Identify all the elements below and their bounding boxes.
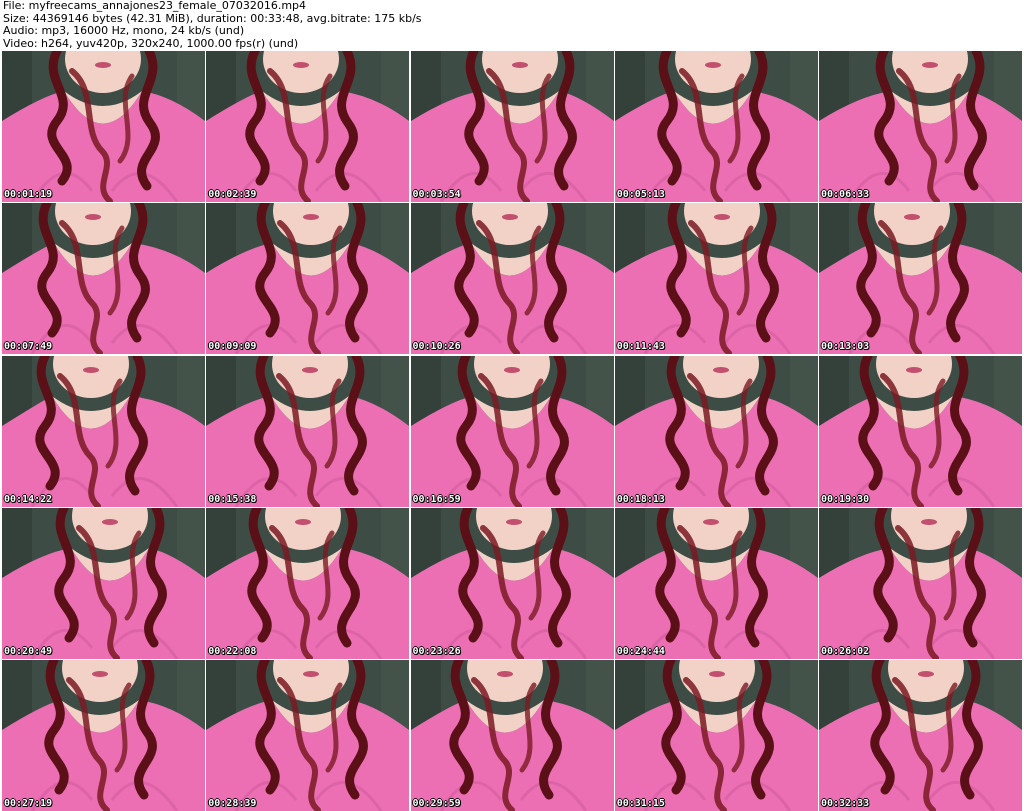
frame-timestamp: 00:06:33 xyxy=(821,189,870,200)
frame-timestamp: 00:20:49 xyxy=(4,645,53,657)
frame-timestamp: 00:26:02 xyxy=(821,645,870,657)
video-frame-thumbnail: 00:02:39 xyxy=(206,51,410,202)
frame-image xyxy=(614,507,818,659)
frame-timestamp: 00:03:54 xyxy=(412,189,461,200)
video-frame-thumbnail: 00:05:13 xyxy=(614,51,818,202)
frame-timestamp: 00:15:38 xyxy=(208,493,257,505)
frame-image xyxy=(2,51,205,202)
video-frame-thumbnail: 00:19:30 xyxy=(819,355,1022,507)
frame-timestamp: 00:22:08 xyxy=(208,645,257,657)
frame-image xyxy=(206,203,410,355)
video-frame-thumbnail: 00:11:43 xyxy=(614,203,818,355)
frame-timestamp: 00:18:13 xyxy=(616,493,665,505)
frame-timestamp: 00:05:13 xyxy=(616,189,665,200)
frame-timestamp: 00:16:59 xyxy=(412,493,461,505)
video-frame-thumbnail: 00:01:19 xyxy=(2,51,205,202)
frame-image xyxy=(410,203,614,355)
video-frame-thumbnail: 00:24:44 xyxy=(614,507,818,659)
frame-timestamp: 00:07:49 xyxy=(4,341,53,353)
video-frame-thumbnail: 00:32:33 xyxy=(819,660,1022,811)
video-frame-thumbnail: 00:10:26 xyxy=(410,203,614,355)
video-frame-thumbnail: 00:27:19 xyxy=(2,660,205,811)
frame-image xyxy=(819,507,1022,659)
file-info-header: File: myfreecams_annajones23_female_0703… xyxy=(3,0,1021,50)
frame-timestamp: 00:10:26 xyxy=(412,341,461,353)
frame-timestamp: 00:28:39 xyxy=(208,798,257,809)
frame-timestamp: 00:13:03 xyxy=(821,341,870,353)
frame-image xyxy=(2,203,205,355)
frame-image xyxy=(206,507,410,659)
video-frame-thumbnail: 00:28:39 xyxy=(206,660,410,811)
video-frame-thumbnail: 00:16:59 xyxy=(410,355,614,507)
frame-timestamp: 00:23:26 xyxy=(412,645,461,657)
frame-timestamp: 00:29:59 xyxy=(412,798,461,809)
video-frame-thumbnail: 00:22:08 xyxy=(206,507,410,659)
video-frame-thumbnail: 00:18:13 xyxy=(614,355,818,507)
frame-image xyxy=(2,507,205,659)
frame-timestamp: 00:24:44 xyxy=(616,645,665,657)
frame-image xyxy=(614,51,818,202)
frame-timestamp: 00:02:39 xyxy=(208,189,257,200)
contact-sheet: File: myfreecams_annajones23_female_0703… xyxy=(0,0,1024,811)
video-frame-thumbnail: 00:23:26 xyxy=(410,507,614,659)
video-frame-thumbnail: 00:29:59 xyxy=(410,660,614,811)
frame-image xyxy=(819,203,1022,355)
video-frame-thumbnail: 00:07:49 xyxy=(2,203,205,355)
audio-info-line: Audio: mp3, 16000 Hz, mono, 24 kb/s (und… xyxy=(3,24,245,37)
thumbnail-grid: 00:01:19 00:02:39 00:03:54 00:05:13 00:06:33… xyxy=(2,51,1022,811)
frame-image xyxy=(614,660,818,811)
frame-image xyxy=(2,660,205,811)
video-frame-thumbnail: 00:06:33 xyxy=(819,51,1022,202)
frame-image xyxy=(410,355,614,507)
video-frame-thumbnail: 00:26:02 xyxy=(819,507,1022,659)
video-frame-thumbnail: 00:03:54 xyxy=(410,51,614,202)
frame-image xyxy=(2,355,205,507)
video-frame-thumbnail: 00:31:15 xyxy=(614,660,818,811)
frame-image xyxy=(410,660,614,811)
frame-timestamp: 00:31:15 xyxy=(616,798,665,809)
video-frame-thumbnail: 00:20:49 xyxy=(2,507,205,659)
frame-image xyxy=(206,51,410,202)
frame-timestamp: 00:27:19 xyxy=(4,798,53,809)
frame-timestamp: 00:01:19 xyxy=(4,189,53,200)
frame-image xyxy=(410,507,614,659)
video-frame-thumbnail: 00:14:22 xyxy=(2,355,205,507)
video-frame-thumbnail: 00:13:03 xyxy=(819,203,1022,355)
frame-image xyxy=(819,355,1022,507)
frame-image xyxy=(614,355,818,507)
video-frame-thumbnail: 00:15:38 xyxy=(206,355,410,507)
frame-image xyxy=(206,355,410,507)
frame-image xyxy=(410,51,614,202)
video-frame-thumbnail: 00:09:09 xyxy=(206,203,410,355)
frame-image xyxy=(206,660,410,811)
file-name-line: File: myfreecams_annajones23_female_0703… xyxy=(3,0,307,12)
video-info-line: Video: h264, yuv420p, 320x240, 1000.00 f… xyxy=(3,36,299,50)
frame-timestamp: 00:11:43 xyxy=(616,341,665,353)
frame-image xyxy=(614,203,818,355)
frame-image xyxy=(819,660,1022,811)
frame-timestamp: 00:19:30 xyxy=(821,493,870,505)
frame-image xyxy=(819,51,1022,202)
frame-timestamp: 00:32:33 xyxy=(821,798,870,809)
frame-timestamp: 00:09:09 xyxy=(208,341,257,353)
frame-timestamp: 00:14:22 xyxy=(4,493,53,505)
